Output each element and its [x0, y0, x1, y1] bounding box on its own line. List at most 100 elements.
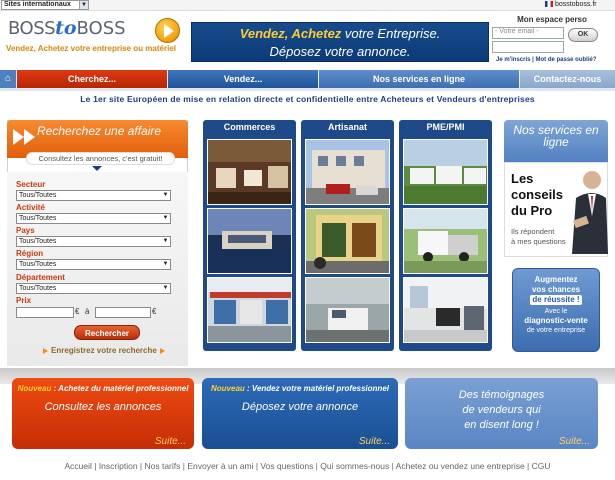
search-title: Recherchez une affaire — [37, 124, 162, 138]
login-links: Je m'inscris | Mot de passe oublié? — [496, 57, 614, 63]
activity-select[interactable]: Tous/Toutes ▼ — [16, 213, 171, 224]
diag-line-6: de votre entreprise — [526, 327, 586, 334]
header-banner[interactable]: Vendez, Achetez votre Entreprise. Dépose… — [191, 22, 489, 62]
department-label: Département — [16, 273, 65, 282]
nav-sell[interactable]: Vendez... — [168, 70, 318, 88]
promo-more-link[interactable]: Suite... — [155, 436, 186, 447]
domain-label: bosstoboss.fr — [555, 1, 597, 8]
banner-line-1: Vendez, Achetez votre Entreprise. — [192, 23, 488, 43]
email-field[interactable]: - Votre email - — [492, 27, 564, 39]
region-value: Tous/Toutes — [19, 261, 57, 268]
region-label: Région — [16, 249, 44, 258]
promo-new-badge: Nouveau — [211, 384, 245, 393]
currency-label-2: € — [152, 307, 157, 316]
listing-photo[interactable] — [305, 277, 390, 343]
category-commerces: Commerces — [203, 120, 296, 351]
promo-buy-equipment[interactable]: Nouveau : Achetez du matériel profession… — [12, 378, 194, 449]
forgot-password-link[interactable]: Mot de passe oublié? — [535, 57, 596, 63]
logo-part-to: to — [55, 17, 77, 39]
home-icon[interactable]: ⌂ — [0, 70, 16, 88]
promo-more-link[interactable]: Suite... — [359, 436, 390, 447]
country-select[interactable]: Tous/Toutes ▼ — [16, 236, 171, 247]
price-label: Prix — [16, 296, 32, 305]
activity-label: Activité — [16, 203, 45, 212]
login-ok-button[interactable]: OK — [568, 28, 598, 42]
listing-photo[interactable] — [207, 208, 292, 274]
login-title: Mon espace perso — [517, 15, 587, 24]
category-title[interactable]: Commerces — [203, 120, 296, 134]
price-min-input[interactable] — [16, 307, 74, 318]
french-flag-icon — [545, 1, 553, 8]
listing-photo[interactable] — [207, 277, 292, 343]
logo-arrow-icon — [155, 18, 180, 43]
pro-advice-title-line-1: Les — [511, 171, 534, 186]
listing-photo[interactable] — [305, 208, 390, 274]
pro-advice-title-line-3: du Pro — [511, 203, 553, 218]
nav-divider — [0, 88, 615, 91]
sites-select-value: Sites internationaux — [4, 1, 71, 8]
country-value: Tous/Toutes — [19, 238, 57, 245]
diag-line-2: vos chances — [531, 285, 581, 294]
diag-line-4: Avec le — [544, 308, 568, 315]
promo-headline-line-3: en disent long ! — [464, 419, 539, 431]
arrow-right-icon — [43, 347, 48, 354]
country-domain[interactable]: bosstoboss.fr — [545, 0, 597, 10]
nav-online-services[interactable]: Nos services en ligne — [319, 70, 519, 88]
promo-headline-line-2: de vendeurs qui — [462, 404, 541, 416]
promo-testimonials[interactable]: Des témoignages de vendeurs qui en disen… — [405, 378, 598, 449]
listing-photo[interactable] — [403, 208, 488, 274]
region-select[interactable]: Tous/Toutes ▼ — [16, 259, 171, 270]
listing-photo[interactable] — [403, 139, 488, 205]
category-title[interactable]: Artisanat — [301, 120, 394, 134]
advisor-photo — [566, 168, 608, 254]
footer-links[interactable]: Accueil | Inscription | Nos tarifs | Env… — [0, 461, 615, 471]
login-box: Mon espace perso - Votre email - OK Je m… — [492, 15, 612, 67]
site-headline: Le 1er site Européen de mise en relation… — [80, 94, 535, 104]
top-bar — [0, 0, 615, 11]
department-select[interactable]: Tous/Toutes ▼ — [16, 283, 171, 294]
banner-highlight: Vendez, Achetez — [239, 26, 342, 41]
listing-photo[interactable] — [403, 277, 488, 343]
price-to-label: à — [85, 307, 90, 316]
search-button[interactable]: Rechercher — [74, 325, 140, 340]
activity-value: Tous/Toutes — [19, 215, 57, 222]
chevron-down-icon: ▼ — [162, 215, 169, 221]
online-services-title: Nos services en ligne — [513, 123, 599, 149]
sector-select[interactable]: Tous/Toutes ▼ — [16, 190, 171, 201]
promo-text: : Achetez du matériel professionnel — [51, 384, 189, 393]
password-field[interactable] — [492, 41, 564, 53]
promo-more-link[interactable]: Suite... — [559, 436, 590, 447]
nav-search[interactable]: Cherchez... — [17, 70, 167, 88]
search-subtitle: Consultez les annonces, c'est gratuit! — [26, 152, 175, 165]
promo-headline-line-1: Des témoignages — [458, 389, 545, 401]
login-link-separator: | — [532, 57, 534, 63]
register-link[interactable]: Je m'inscris — [496, 57, 530, 63]
international-sites-select[interactable]: Sites internationaux ▼ — [1, 0, 89, 10]
listing-photo[interactable] — [207, 139, 292, 205]
banner-line-1-rest: votre Entreprise. — [341, 26, 441, 41]
price-max-input[interactable] — [95, 307, 151, 318]
save-search-link[interactable]: Enregistrez votre recherche — [40, 346, 168, 355]
currency-label: € — [75, 307, 80, 316]
save-search-label: Enregistrez votre recherche — [51, 346, 157, 355]
chevron-down-icon: ▼ — [162, 238, 169, 244]
promo-text: : Vendez votre matériel professionnel — [244, 384, 389, 393]
pro-advice-title-line-2: conseils — [511, 187, 564, 202]
category-artisanat: Artisanat — [301, 120, 394, 351]
promo-sell-equipment[interactable]: Nouveau : Vendez votre matériel professi… — [202, 378, 398, 449]
listing-photo[interactable] — [305, 139, 390, 205]
category-title[interactable]: PME/PMI — [399, 120, 492, 134]
sales-diagnostic-button[interactable]: Augmentez vos chances de réussite ! Avec… — [512, 268, 600, 352]
category-pme-pmi: PME/PMI — [399, 120, 492, 351]
chevron-down-icon: ▼ — [162, 261, 169, 267]
logo-part-boss: BOSS — [8, 18, 56, 39]
chevron-down-icon: ▼ — [79, 1, 88, 9]
department-value: Tous/Toutes — [19, 285, 57, 292]
sector-label: Secteur — [16, 180, 46, 189]
diag-line-3: de réussite ! — [530, 295, 582, 305]
promo-headline: Déposez votre annonce — [241, 401, 359, 413]
chevron-down-icon: ▼ — [162, 192, 169, 198]
country-label: Pays — [16, 226, 35, 235]
diag-line-1: Augmentez — [534, 275, 578, 284]
nav-contact[interactable]: Contactez-nous — [520, 70, 615, 88]
